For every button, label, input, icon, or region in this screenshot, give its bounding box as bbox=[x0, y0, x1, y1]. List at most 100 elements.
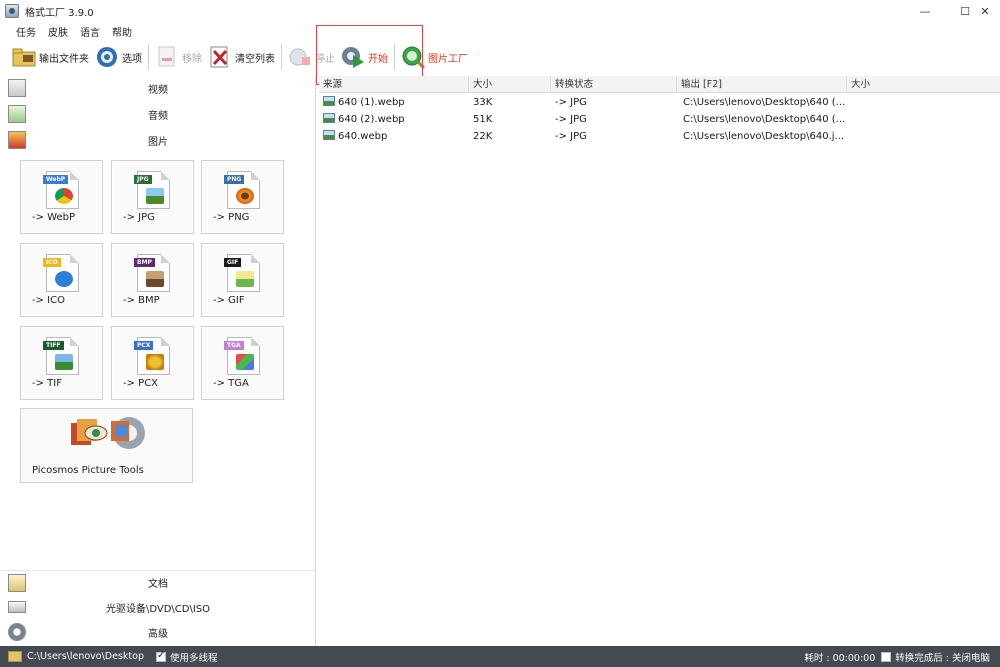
format-tag: TGA bbox=[224, 341, 244, 350]
file-icon: JPG bbox=[134, 171, 170, 209]
menu-help[interactable]: 帮助 bbox=[106, 24, 138, 39]
category-panel: 视频 音频 图片 WebP -> WebP JPG -> JPG PNG -> … bbox=[0, 76, 316, 646]
cell-status: -> JPG bbox=[555, 131, 587, 142]
category-document[interactable]: 文档 bbox=[0, 570, 316, 594]
stop-icon bbox=[288, 45, 312, 69]
category-advanced[interactable]: 高级 bbox=[0, 620, 316, 644]
table-row[interactable]: 640 (1).webp 33K -> JPG C:\Users\lenovo\… bbox=[319, 94, 1000, 111]
column-output[interactable]: 输出 [F2] bbox=[677, 76, 847, 93]
menu-task[interactable]: 任务 bbox=[10, 24, 42, 39]
file-icon: TGA bbox=[224, 337, 260, 375]
options-button[interactable]: 选项 bbox=[95, 42, 142, 72]
image-icon bbox=[55, 354, 73, 370]
cell-output-size bbox=[851, 111, 1000, 128]
tile-label: -> TIF bbox=[32, 378, 62, 389]
shutdown-checkbox[interactable] bbox=[881, 651, 892, 662]
clear-list-button[interactable]: 清空列表 bbox=[208, 42, 275, 72]
folder-icon[interactable] bbox=[8, 651, 22, 662]
image-icon bbox=[236, 271, 254, 287]
tile-label: -> PNG bbox=[213, 212, 250, 223]
tile-webp[interactable]: WebP -> WebP bbox=[20, 160, 103, 234]
format-tag: WebP bbox=[43, 175, 69, 184]
tile-tga[interactable]: TGA -> TGA bbox=[201, 326, 284, 400]
column-output-size[interactable]: 大小 bbox=[847, 76, 1000, 93]
remove-label: 移除 bbox=[182, 53, 202, 65]
remove-icon bbox=[155, 45, 179, 69]
format-tag: ICO bbox=[43, 258, 61, 267]
table-row[interactable]: 640.webp 22K -> JPG C:\Users\lenovo\Desk… bbox=[319, 128, 1000, 145]
image-file-icon bbox=[323, 113, 335, 123]
close-button[interactable]: ✕ bbox=[970, 0, 1000, 22]
app-icon bbox=[5, 4, 19, 18]
cell-size: 33K bbox=[473, 97, 493, 108]
category-audio[interactable]: 音频 bbox=[0, 102, 316, 126]
cell-output: C:\Users\lenovo\Desktop\640 (... bbox=[683, 97, 845, 108]
cell-output-size bbox=[851, 128, 1000, 145]
tile-picosmos[interactable]: Picosmos Picture Tools bbox=[20, 408, 193, 483]
image-icon bbox=[146, 188, 164, 204]
menu-skin[interactable]: 皮肤 bbox=[42, 24, 74, 39]
video-icon bbox=[8, 79, 26, 97]
image-file-icon bbox=[323, 96, 335, 106]
clear-list-icon bbox=[208, 45, 232, 69]
options-label: 选项 bbox=[122, 53, 142, 65]
toolbar-divider bbox=[281, 44, 282, 70]
source-name: 640 (1).webp bbox=[338, 97, 405, 108]
tile-label: -> ICO bbox=[32, 295, 65, 306]
format-tag: GIF bbox=[224, 258, 242, 267]
source-name: 640 (2).webp bbox=[338, 114, 405, 125]
minimize-button[interactable]: — bbox=[910, 0, 940, 22]
output-path[interactable]: C:\Users\lenovo\Desktop bbox=[27, 651, 144, 662]
column-status[interactable]: 转换状态 bbox=[551, 76, 677, 93]
category-rom[interactable]: 光驱设备\DVD\CD\ISO bbox=[0, 595, 316, 619]
table-row[interactable]: 640 (2).webp 51K -> JPG C:\Users\lenovo\… bbox=[319, 111, 1000, 128]
tile-gif[interactable]: GIF -> GIF bbox=[201, 243, 284, 317]
toolbar-divider bbox=[148, 44, 149, 70]
clear-list-label: 清空列表 bbox=[235, 53, 275, 65]
format-tag: PCX bbox=[134, 341, 154, 350]
file-icon: GIF bbox=[224, 254, 260, 292]
category-audio-label: 音频 bbox=[148, 110, 168, 122]
title-bar: 格式工厂 3.9.0 — ☐ ✕ bbox=[0, 0, 1000, 22]
tile-tif[interactable]: TIFF -> TIF bbox=[20, 326, 103, 400]
tile-label: -> JPG bbox=[123, 212, 155, 223]
tile-pcx[interactable]: PCX -> PCX bbox=[111, 326, 194, 400]
cell-output: C:\Users\lenovo\Desktop\640.j... bbox=[683, 131, 845, 142]
multithread-checkbox[interactable] bbox=[155, 650, 166, 662]
output-folder-button[interactable]: 输出文件夹 bbox=[12, 42, 89, 72]
tile-label: -> BMP bbox=[123, 295, 160, 306]
cell-size: 51K bbox=[473, 114, 493, 125]
tile-ico[interactable]: ICO -> ICO bbox=[20, 243, 103, 317]
category-picture[interactable]: 图片 bbox=[0, 128, 316, 152]
tile-bmp[interactable]: BMP -> BMP bbox=[111, 243, 194, 317]
tile-jpg[interactable]: JPG -> JPG bbox=[111, 160, 194, 234]
file-list[interactable]: 来源 大小 转换状态 输出 [F2] 大小 640 (1).webp 33K -… bbox=[319, 76, 1000, 646]
toolbar: 输出文件夹 选项 移除 清空列表 停止 开始 图片工厂 bbox=[0, 40, 1000, 74]
category-rom-label: 光驱设备\DVD\CD\ISO bbox=[105, 603, 211, 615]
picosmos-icon bbox=[71, 417, 145, 449]
audio-icon bbox=[8, 105, 26, 123]
tile-label: -> TGA bbox=[213, 378, 249, 389]
category-video[interactable]: 视频 bbox=[0, 76, 316, 100]
menu-language[interactable]: 语言 bbox=[74, 24, 106, 39]
folder-icon bbox=[12, 45, 36, 69]
format-tag: PNG bbox=[224, 175, 245, 184]
picture-icon bbox=[8, 131, 26, 149]
shapes-icon bbox=[236, 354, 254, 370]
file-icon: PNG bbox=[224, 171, 260, 209]
file-icon: ICO bbox=[43, 254, 79, 292]
image-icon bbox=[146, 271, 164, 287]
column-source[interactable]: 来源 bbox=[319, 76, 469, 93]
cell-source: 640 (2).webp bbox=[319, 111, 469, 128]
cell-output-size bbox=[851, 94, 1000, 111]
flower-icon bbox=[236, 188, 254, 204]
cell-status: -> JPG bbox=[555, 114, 587, 125]
remove-button[interactable]: 移除 bbox=[155, 42, 202, 72]
source-name: 640.webp bbox=[338, 131, 388, 142]
chrome-icon bbox=[55, 188, 73, 204]
cell-output: C:\Users\lenovo\Desktop\640 (... bbox=[683, 114, 845, 125]
tile-png[interactable]: PNG -> PNG bbox=[201, 160, 284, 234]
cell-source: 640.webp bbox=[319, 128, 469, 145]
menu-bar: 任务 皮肤 语言 帮助 bbox=[0, 22, 1000, 40]
column-size[interactable]: 大小 bbox=[469, 76, 551, 93]
